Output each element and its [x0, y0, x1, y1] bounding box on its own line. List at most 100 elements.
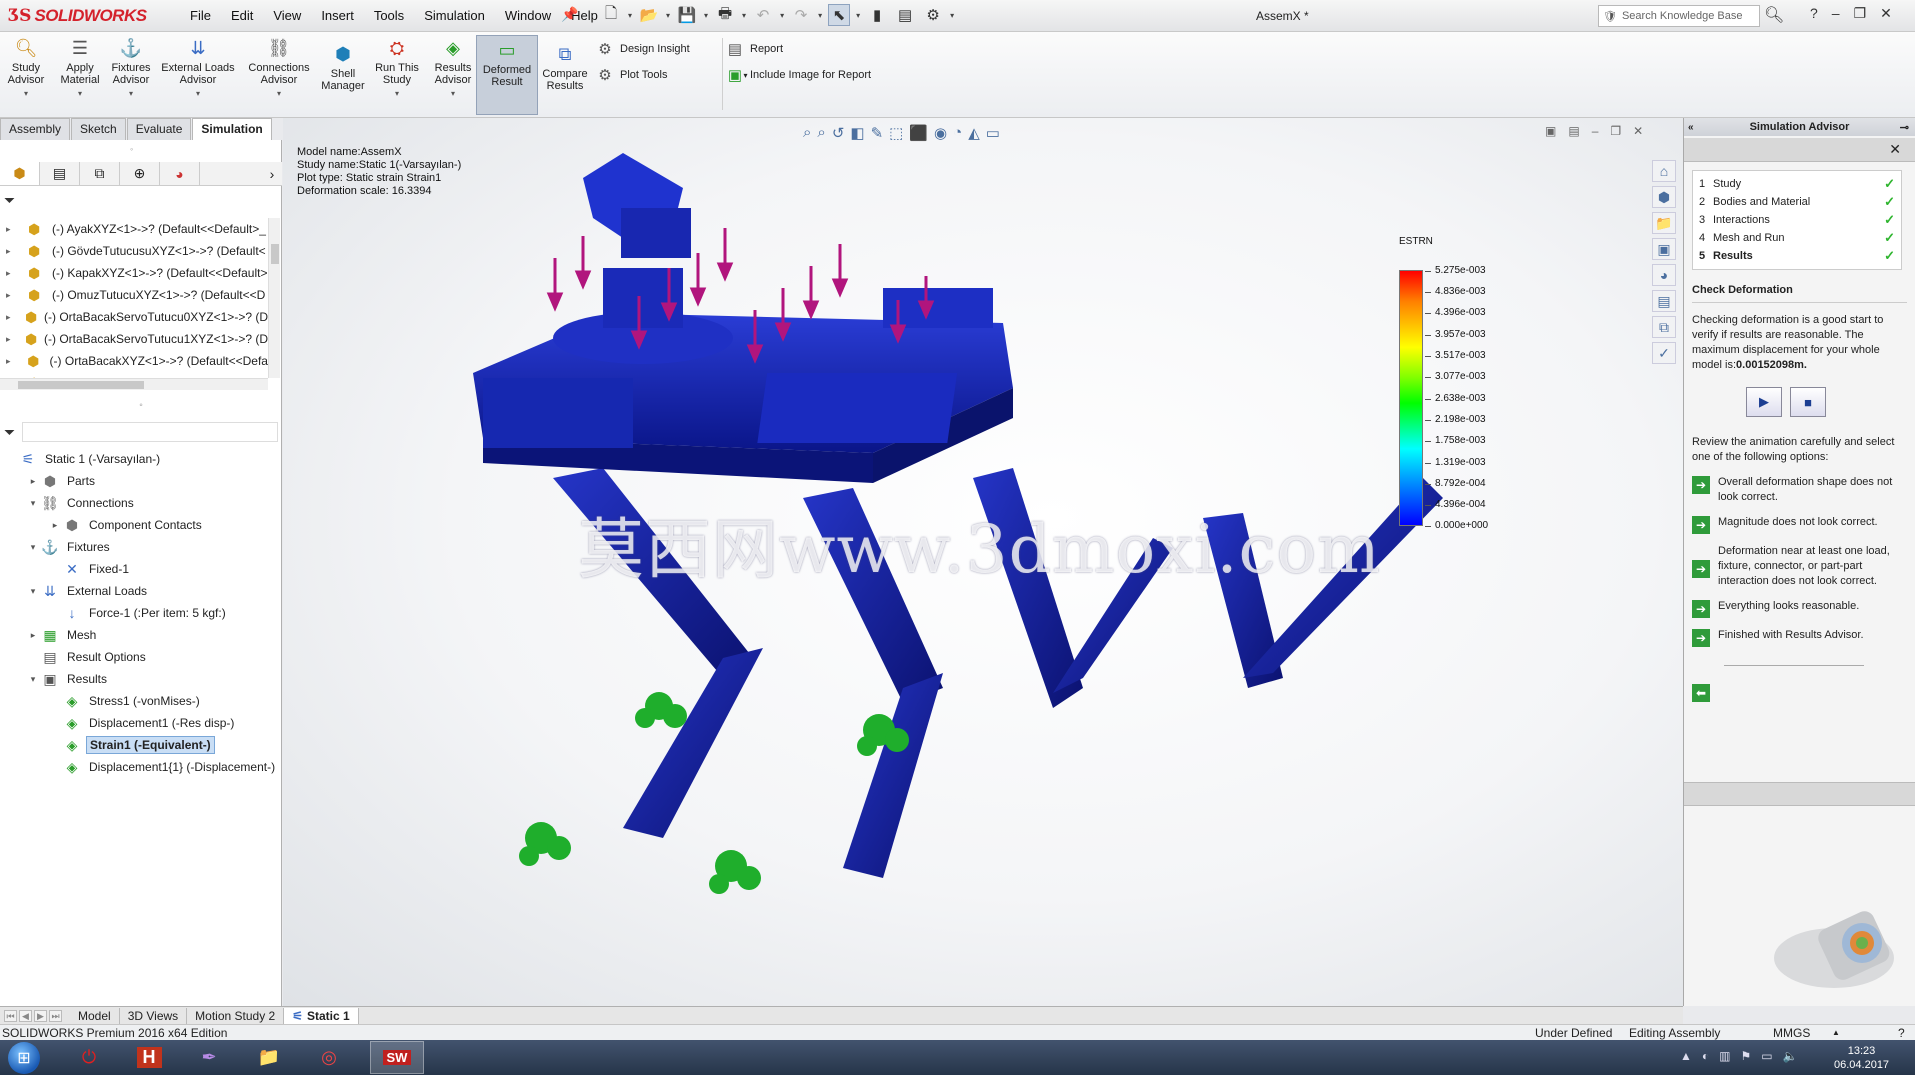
expand-arrow-icon[interactable]: ▸ [6, 312, 15, 323]
option-finished[interactable]: ➔ Finished with Results Advisor. [1692, 628, 1907, 647]
prev-tab-icon[interactable]: ◀ [19, 1009, 32, 1022]
next-tab-icon[interactable]: ▶ [34, 1009, 47, 1022]
feature-tree-tab-icon[interactable]: ⬢ [0, 162, 40, 185]
redo-icon[interactable]: ↷ [790, 4, 812, 26]
sim-tree-item[interactable]: ◈ Displacement1{1} (-Displacement-) [0, 756, 282, 778]
configuration-manager-tab-icon[interactable]: ⧉ [80, 162, 120, 185]
graphics-viewport[interactable]: Model name:AssemX Study name:Static 1(-V… [283, 118, 1683, 1006]
expand-arrow-icon[interactable]: ▸ [26, 630, 40, 641]
expand-arrow-icon[interactable]: ▾ [26, 674, 40, 685]
collapse-arrows-icon[interactable]: « [1688, 122, 1694, 133]
report-button[interactable]: ▤ Report [726, 40, 783, 58]
options-dropdown-icon[interactable]: ▾ [950, 11, 954, 20]
tab-evaluate[interactable]: Evaluate [126, 118, 192, 140]
option-magnitude-incorrect[interactable]: ➔ Magnitude does not look correct. [1692, 515, 1907, 534]
step-results[interactable]: 5 Results ✓ [1699, 247, 1895, 265]
dimxpert-tab-icon[interactable]: ⊕ [120, 162, 160, 185]
component-row[interactable]: ▸ ⬢ (-) AyakXYZ<1>->? (Default<<Default>_ [0, 218, 268, 240]
undo-dropdown-icon[interactable]: ▾ [780, 11, 784, 20]
sim-tree-item[interactable]: ▤ Result Options [0, 646, 282, 668]
scrollbar-thumb[interactable] [18, 381, 144, 389]
sim-tree-item[interactable]: ▸ ▦ Mesh [0, 624, 282, 646]
unit-system[interactable]: MMGS [1773, 1026, 1810, 1040]
sim-tree-item[interactable]: ✕ Fixed-1 [0, 558, 282, 580]
tab-simulation[interactable]: Simulation [192, 118, 272, 140]
expand-arrow-icon[interactable]: ▸ [6, 246, 18, 257]
print-dropdown-icon[interactable]: ▾ [742, 11, 746, 20]
expand-arrow-icon[interactable]: ▸ [6, 224, 18, 235]
select-arrow-icon[interactable]: ⬉ [828, 4, 851, 26]
close-icon[interactable]: ✕ [1880, 5, 1892, 22]
include-image-for-report-button[interactable]: ▣ Include Image for Report [726, 66, 871, 84]
component-row[interactable]: ▸ ⬢ (-) KapakXYZ<1>->? (Default<<Default> [0, 262, 268, 284]
tab-model[interactable]: Model [70, 1007, 120, 1024]
scrollbar-thumb[interactable] [271, 244, 279, 264]
apply-material-button[interactable]: ☰ Apply Material ▾ [54, 36, 106, 100]
expand-arrow-icon[interactable]: ▾ [26, 498, 40, 509]
knowledge-base-search-field[interactable]: 🛡 Search Knowledge Base [1598, 5, 1760, 27]
menu-insert[interactable]: Insert [311, 8, 364, 23]
power-app-icon[interactable]: ⏻ [62, 1041, 116, 1074]
menu-view[interactable]: View [263, 8, 311, 23]
h-app-icon[interactable]: H [122, 1041, 176, 1074]
component-row[interactable]: ▸ ⬢ (-) GövdeTutucusuXYZ<1>->? (Default< [0, 240, 268, 262]
units-caret-icon[interactable]: ▲ [1832, 1028, 1840, 1037]
solidworks-app-icon[interactable]: SW [370, 1041, 424, 1074]
step-bodies-and-material[interactable]: 2 Bodies and Material ✓ [1699, 193, 1895, 211]
property-manager-tab-icon[interactable]: ▤ [40, 162, 80, 185]
help-bubble-icon[interactable]: ? [1898, 1026, 1905, 1040]
expand-arrow-icon[interactable]: ▾ [26, 586, 40, 597]
panel-expand-chevron-icon[interactable]: › [262, 162, 282, 185]
file-explorer-app-icon[interactable]: 📁 [242, 1041, 296, 1074]
sim-tree-item[interactable]: ↓ Force-1 (:Per item: 5 kgf:) [0, 602, 282, 624]
sim-tree-item[interactable]: ◈ Strain1 (-Equivalent-) [0, 734, 282, 756]
advisor-close-icon[interactable]: ✕ [1889, 141, 1901, 158]
tab-assembly[interactable]: Assembly [0, 118, 71, 140]
help-icon[interactable]: ? [1810, 5, 1818, 22]
select-dropdown-icon[interactable]: ▾ [856, 11, 860, 20]
tree-filter-input[interactable] [22, 422, 278, 442]
component-row[interactable]: ▸ ⬢ (-) OmuzTutucuXYZ<1>->? (Default<<D [0, 284, 268, 306]
taskbar-clock[interactable]: 13:23 06.04.2017 [1834, 1044, 1889, 1072]
restore-icon[interactable]: ❐ [1854, 5, 1867, 22]
home-icon[interactable]: ⌂ [1652, 160, 1676, 182]
save-dropdown-icon[interactable]: ▾ [704, 11, 708, 20]
resources-icon[interactable]: ⬢ [1652, 186, 1676, 208]
open-icon[interactable]: 📂 [638, 4, 660, 26]
expand-arrow-icon[interactable]: ▸ [6, 290, 18, 301]
back-arrow-icon[interactable]: ⬅ [1692, 684, 1710, 702]
step-mesh-and-run[interactable]: 4 Mesh and Run ✓ [1699, 229, 1895, 247]
sim-tree-item[interactable]: ▾ ⇊ External Loads [0, 580, 282, 602]
menu-tools[interactable]: Tools [364, 8, 414, 23]
first-tab-icon[interactable]: ⏮ [4, 1009, 17, 1022]
traffic-light-icon[interactable]: ▮ [866, 4, 888, 26]
expand-arrow-icon[interactable]: ▸ [48, 520, 62, 531]
sim-tree-item[interactable]: ▸ ⬢ Parts [0, 470, 282, 492]
vertical-scrollbar[interactable] [268, 218, 280, 378]
sim-tree-item[interactable]: ◈ Stress1 (-vonMises-) [0, 690, 282, 712]
start-button-icon[interactable]: ⊞ [8, 1042, 40, 1074]
tray-app-icon[interactable]: ◐ [1702, 1049, 1709, 1063]
sim-tree-item[interactable]: ⚟ Static 1 (-Varsayılan-) [0, 448, 282, 470]
chrome-app-icon[interactable]: ◎ [302, 1041, 356, 1074]
design-library-icon[interactable]: 📁 [1652, 212, 1676, 234]
component-row[interactable]: ▸ ⬢ (-) OrtaBacakServoTutucu1XYZ<1>->? (D [0, 328, 268, 350]
new-document-icon[interactable]: 🗋 [600, 4, 622, 26]
save-icon[interactable]: 💾 [676, 4, 698, 26]
expand-arrow-icon[interactable]: ▾ [26, 542, 40, 553]
undo-icon[interactable]: ↶ [752, 4, 774, 26]
tab-sketch[interactable]: Sketch [71, 118, 126, 140]
design-insight-button[interactable]: ⚙ Design Insight [596, 40, 689, 58]
fixtures-advisor-button[interactable]: ⚓ Fixtures Advisor ▾ [106, 36, 156, 100]
menu-simulation[interactable]: Simulation [414, 8, 495, 23]
deformed-result-button[interactable]: ▭ Deformed Result [476, 35, 538, 115]
sim-tree-item[interactable]: ▸ ⬢ Component Contacts [0, 514, 282, 536]
expand-arrow-icon[interactable]: ▸ [6, 356, 17, 367]
custom-properties-icon[interactable]: ▤ [1652, 290, 1676, 312]
connections-advisor-button[interactable]: ⛓ Connections Advisor ▾ [242, 36, 316, 100]
pin-icon[interactable]: 📌 [561, 6, 578, 23]
compare-results-button[interactable]: ⧉ Compare Results [540, 42, 590, 92]
shell-manager-button[interactable]: ⬢ Shell Manager [318, 42, 368, 92]
expand-arrow-icon[interactable]: ▸ [26, 476, 40, 487]
menu-file[interactable]: File [180, 8, 221, 23]
